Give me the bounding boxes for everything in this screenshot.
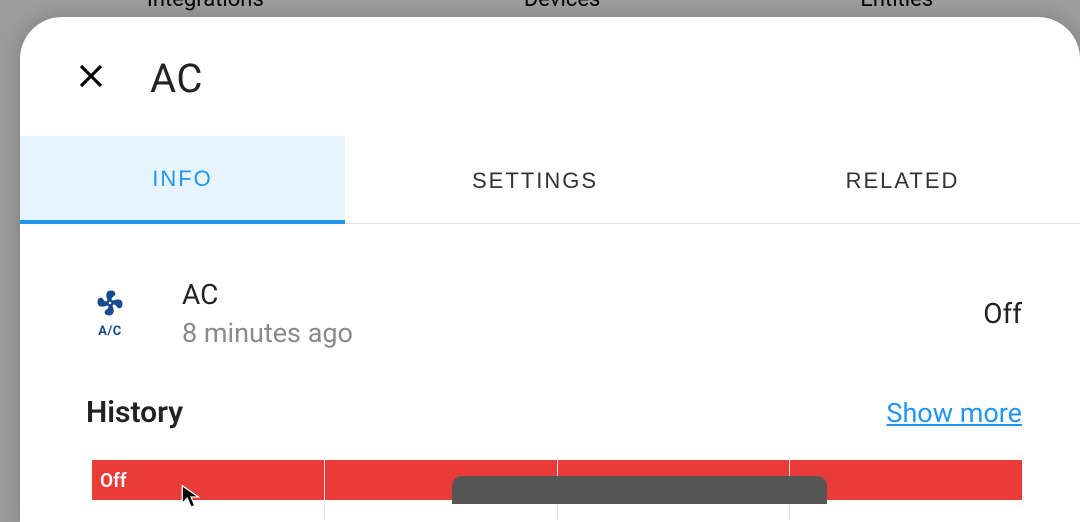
entity-dialog: AC INFO SETTINGS RELATED A/C AC 8 minute… [20,17,1080,522]
tab-settings[interactable]: SETTINGS [345,136,725,223]
tab-related[interactable]: RELATED [725,136,1080,223]
fan-icon-label: A/C [84,324,136,339]
entity-name: AC [182,278,353,311]
state-value: Off [983,297,1022,330]
show-more-link[interactable]: Show more [886,397,1022,429]
last-changed: 8 minutes ago [182,317,353,349]
history-title: History [86,395,183,430]
bg-nav-entities: Entities [860,0,933,4]
background-nav: Integrations Devices Entities [0,0,1080,17]
history-chart[interactable]: Off [92,460,1022,500]
tab-info[interactable]: INFO [20,136,345,224]
close-button[interactable] [76,61,106,97]
close-icon [76,58,106,99]
state-text: AC 8 minutes ago [182,278,353,349]
bg-nav-integrations: Integrations [147,0,264,4]
chart-tooltip [452,476,827,504]
dialog-header: AC [20,17,1080,136]
bg-nav-devices: Devices [524,0,601,4]
fan-icon: A/C [84,288,136,339]
dialog-title: AC [150,55,203,102]
history-header: History Show more [20,369,1080,448]
dialog-tabs: INFO SETTINGS RELATED [20,136,1080,224]
state-row: A/C AC 8 minutes ago Off [20,224,1080,369]
